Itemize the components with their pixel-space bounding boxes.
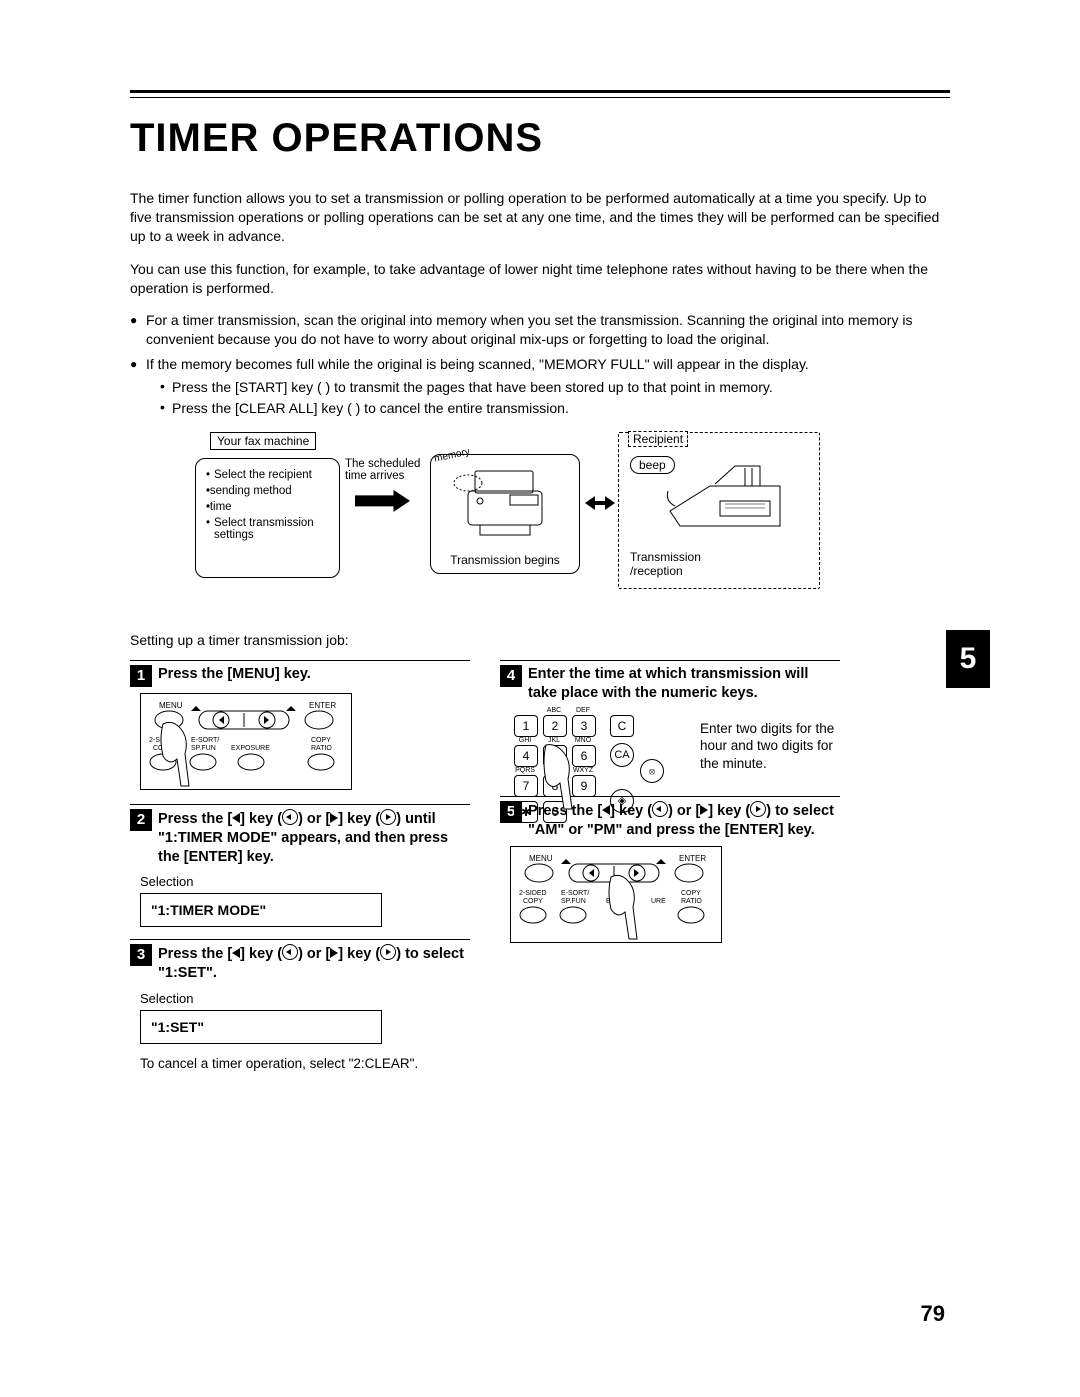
step-1: 1 Press the [MENU] key. MENU ENTER [130,660,470,790]
right-key-icon [380,944,396,960]
mfp-box: Transmission begins [430,454,580,574]
step-1-num: 1 [130,665,152,687]
bullet-2a: Press the [START] key ( ) to transmit th… [160,378,950,397]
step-3-title: Press the [] key () or [] key () to sele… [158,944,470,983]
double-arrow-icon [585,496,615,510]
svg-text:RATIO: RATIO [681,898,702,905]
left-column: 1 Press the [MENU] key. MENU ENTER [130,660,470,1077]
svg-text:E-SORT/: E-SORT/ [191,737,219,744]
step-3-note: To cancel a timer operation, select "2:C… [140,1056,470,1071]
recipient-label: Recipient [628,431,688,447]
intro-p1: The timer function allows you to set a t… [130,189,950,246]
right-key-icon [380,809,396,825]
left-triangle-icon [232,948,240,958]
bullet-2b: Press the [CLEAR ALL] key ( ) to cancel … [160,399,950,418]
settings-box: Select the recipient -sending method -ti… [195,458,340,578]
svg-text:RATIO: RATIO [311,745,332,752]
step-2-num: 2 [130,809,152,831]
right-key-icon [750,801,766,817]
step-3: 3 Press the [] key () or [] key () to se… [130,939,470,1071]
your-fax-label: Your fax machine [210,432,316,450]
left-triangle-icon [232,813,240,823]
step-4-title: Enter the time at which transmission wil… [528,665,840,703]
svg-text:2-SIDED: 2-SIDED [519,890,547,897]
mfp-icon [450,461,560,541]
page-number: 79 [921,1301,945,1327]
bullet-1: For a timer transmission, scan the origi… [130,311,950,349]
flow-diagram: Your fax machine Select the recipient -s… [130,432,950,602]
header-rule [130,90,950,98]
menu-label: MENU [159,701,183,710]
step-4-note: Enter two digits for the hour and two di… [700,720,835,773]
selection-label-2: Selection [140,874,470,889]
mfp-caption: Transmission begins [431,553,579,567]
arrow-icon [355,490,410,512]
intro-p2: You can use this function, for example, … [130,260,950,298]
page-title: TIMER OPERATIONS [130,116,950,161]
panel-illustration-1: MENU ENTER 2-SIDED E-SORT/ [140,693,352,790]
step-2-title: Press the [] key () or [] key () until "… [158,809,470,867]
svg-text:SP.FUN: SP.FUN [191,745,216,752]
recipient-fax-icon [660,456,800,546]
svg-text:SP.FUN: SP.FUN [561,898,586,905]
left-key-icon [282,809,298,825]
chapter-tab: 5 [946,630,990,688]
step-4: 4 Enter the time at which transmission w… [500,660,840,772]
svg-text:E-SORT/: E-SORT/ [561,890,589,897]
svg-text:COPY: COPY [311,737,331,744]
enter-label: ENTER [309,701,336,710]
step-2: 2 Press the [] key () or [] key () until… [130,804,470,928]
step-3-num: 3 [130,944,152,966]
svg-text:COPY: COPY [681,890,701,897]
svg-text:COPY: COPY [523,898,543,905]
step-1-title: Press the [MENU] key. [158,665,311,684]
step-4-num: 4 [500,665,522,687]
arrow-caption: The scheduled time arrives [345,458,440,482]
bullet-list: For a timer transmission, scan the origi… [130,311,950,417]
svg-text:ENTER: ENTER [679,854,706,863]
display-box-3: "1:SET" [140,1010,382,1044]
intro-block: The timer function allows you to set a t… [130,189,950,297]
selection-label-3: Selection [140,991,470,1006]
bullet-2: If the memory becomes full while the ori… [130,355,950,418]
panel-illustration-5: MENU ENTER 2-SIDED E-SORT/ [510,846,722,943]
recipient-caption: Transmission /reception [630,550,750,578]
left-key-icon [282,944,298,960]
display-box-2: "1:TIMER MODE" [140,893,382,927]
lead-text: Setting up a timer transmission job: [130,632,950,648]
svg-text:URE: URE [651,898,666,905]
right-column: 4 Enter the time at which transmission w… [500,660,840,957]
svg-text:MENU: MENU [529,854,553,863]
svg-text:EXPOSURE: EXPOSURE [231,745,270,752]
